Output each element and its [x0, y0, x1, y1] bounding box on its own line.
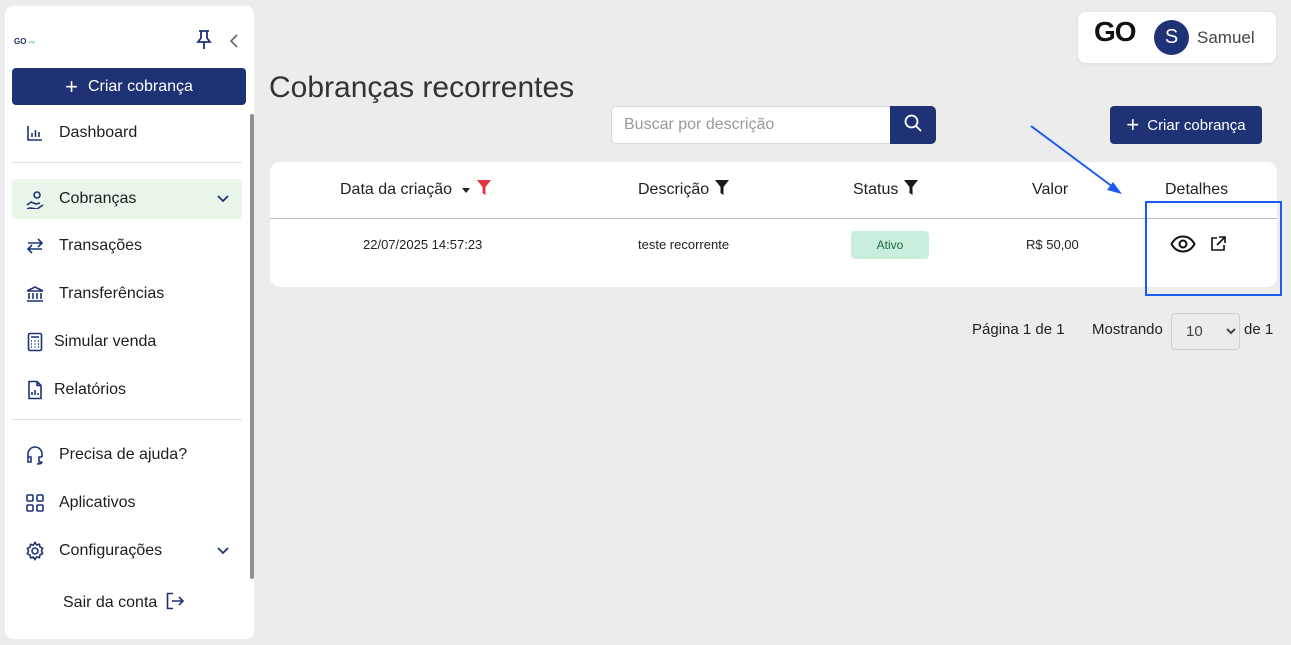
column-header-label: Descrição [638, 181, 710, 198]
column-header-details: Detalhes [1165, 179, 1228, 201]
hand-money-icon [24, 188, 46, 210]
column-header-status[interactable]: Status [853, 179, 919, 201]
sidebar-item-ajuda[interactable]: Precisa de ajuda? [12, 435, 242, 475]
brand-logo: GO [1094, 16, 1137, 47]
showing-label: Mostrando [1092, 321, 1163, 338]
arrows-swap-icon [24, 235, 46, 257]
annotation-highlight-box [1145, 201, 1282, 296]
filter-icon[interactable] [903, 179, 919, 202]
sidebar-item-simular-venda[interactable]: Simular venda [12, 322, 242, 362]
search-input[interactable] [611, 106, 891, 144]
chevron-down-icon [216, 543, 230, 561]
headset-icon [24, 444, 46, 466]
column-header-date[interactable]: Data da criação [340, 179, 492, 201]
gopay-logo[interactable]: GO pay [14, 37, 35, 46]
logo-subtext: pay [28, 39, 35, 44]
user-name: Samuel [1197, 28, 1255, 47]
sidebar-item-label: Relatórios [54, 381, 127, 398]
search-icon [903, 113, 923, 138]
logout-button[interactable]: Sair da conta [63, 588, 185, 618]
search-button[interactable] [890, 106, 936, 144]
sidebar-item-dashboard[interactable]: Dashboard [12, 113, 242, 153]
filter-active-icon[interactable] [476, 179, 492, 202]
logo-text: GO [14, 37, 27, 46]
sidebar-item-transferencias[interactable]: Transferências [12, 274, 242, 314]
sidebar-item-label: Transferências [59, 285, 165, 302]
sidebar: GO pay + Criar cobrança Dashboard Cobran… [5, 6, 254, 639]
charges-table: Data da criação Descrição Status Valor D… [270, 162, 1277, 287]
column-header-label: Data da criação [340, 181, 453, 198]
avatar-initial: S [1164, 26, 1179, 48]
collapse-sidebar-icon[interactable] [227, 32, 241, 50]
plus-icon: + [65, 73, 78, 99]
sidebar-divider [12, 419, 242, 420]
bank-icon [24, 283, 46, 305]
sidebar-item-label: Configurações [59, 542, 163, 559]
cell-value: R$ 50,00 [1026, 237, 1079, 252]
sidebar-item-label: Simular venda [54, 333, 157, 350]
chevron-down-icon [216, 191, 230, 209]
page-title: Cobranças recorrentes [269, 71, 575, 104]
gear-icon [24, 540, 46, 562]
sidebar-create-charge-label: Criar cobrança [87, 77, 193, 95]
report-icon [24, 379, 46, 401]
sidebar-item-cobrancas[interactable]: Cobranças [12, 179, 242, 219]
sidebar-item-label: Aplicativos [59, 494, 136, 511]
filter-icon[interactable] [714, 179, 730, 202]
column-header-label: Detalhes [1165, 181, 1229, 198]
sidebar-scrollbar[interactable] [250, 114, 254, 579]
plus-icon: + [1126, 112, 1140, 137]
cell-description: teste recorrente [638, 237, 730, 252]
sidebar-item-label: Cobranças [59, 190, 137, 207]
sort-desc-icon[interactable] [461, 181, 471, 199]
column-header-value[interactable]: Valor [1032, 179, 1068, 201]
create-charge-label: Criar cobrança [1147, 116, 1246, 134]
page-indicator: Página 1 de 1 [972, 321, 1065, 338]
column-header-description[interactable]: Descrição [638, 179, 730, 201]
pin-icon[interactable] [194, 28, 214, 52]
sidebar-item-configuracoes[interactable]: Configurações [12, 531, 242, 571]
sidebar-divider [12, 162, 242, 163]
table-header-divider [270, 218, 1277, 219]
page-size-select[interactable]: 10 [1171, 313, 1240, 350]
sidebar-create-charge-button[interactable]: + Criar cobrança [12, 68, 246, 105]
logout-label: Sair da conta [63, 594, 158, 611]
grid-icon [24, 492, 46, 514]
sidebar-item-label: Dashboard [59, 124, 138, 141]
page-total-label: de 1 [1244, 321, 1274, 338]
sidebar-item-transacoes[interactable]: Transações [12, 226, 242, 266]
calculator-icon [24, 331, 46, 353]
avatar[interactable]: S [1154, 20, 1189, 55]
status-badge: Ativo [851, 231, 929, 259]
sidebar-item-label: Transações [59, 237, 142, 254]
create-charge-button[interactable]: + Criar cobrança [1110, 106, 1262, 144]
column-header-label: Valor [1032, 181, 1069, 198]
bar-chart-icon [24, 122, 46, 144]
logout-icon [165, 592, 185, 615]
user-menu[interactable]: GO S Samuel [1078, 12, 1276, 63]
cell-date: 22/07/2025 14:57:23 [363, 237, 483, 252]
column-header-label: Status [853, 181, 899, 198]
sidebar-item-relatorios[interactable]: Relatórios [12, 370, 242, 410]
sidebar-item-label: Precisa de ajuda? [59, 446, 188, 463]
sidebar-item-aplicativos[interactable]: Aplicativos [12, 483, 242, 523]
brand-logo-text: GO [1094, 16, 1137, 47]
